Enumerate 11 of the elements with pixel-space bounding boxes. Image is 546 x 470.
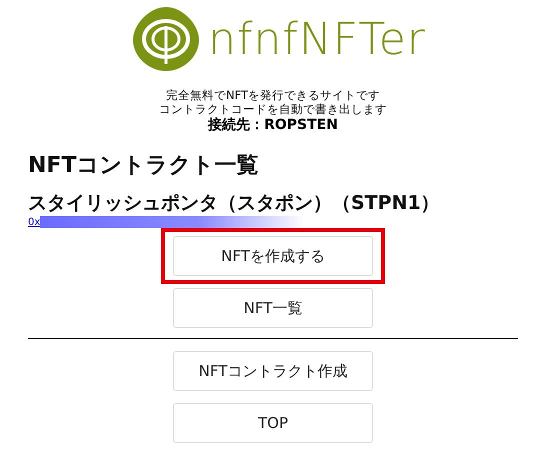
nav-button[interactable]: NFTコントラクト作成 — [173, 351, 373, 391]
address-link[interactable]: 0x — [28, 216, 40, 228]
nav-button[interactable]: NFT一覧 — [173, 288, 373, 328]
connection-label: 接続先：ROPSTEN — [206, 116, 339, 134]
nav-button[interactable]: TOP — [173, 403, 373, 443]
page-heading: NFTコントラクト一覧 — [28, 152, 260, 180]
nav-button[interactable]: NFTを作成する — [173, 236, 373, 276]
contract-name: スタイリッシュポンタ（スタポン）（STPN1） — [28, 191, 441, 216]
tagline: コントラクトコードを自動で書き出します — [158, 102, 388, 116]
logo-text: nfnfNFTer — [208, 14, 426, 64]
tagline: 完全無料でNFTを発行できるサイトです — [164, 88, 382, 102]
